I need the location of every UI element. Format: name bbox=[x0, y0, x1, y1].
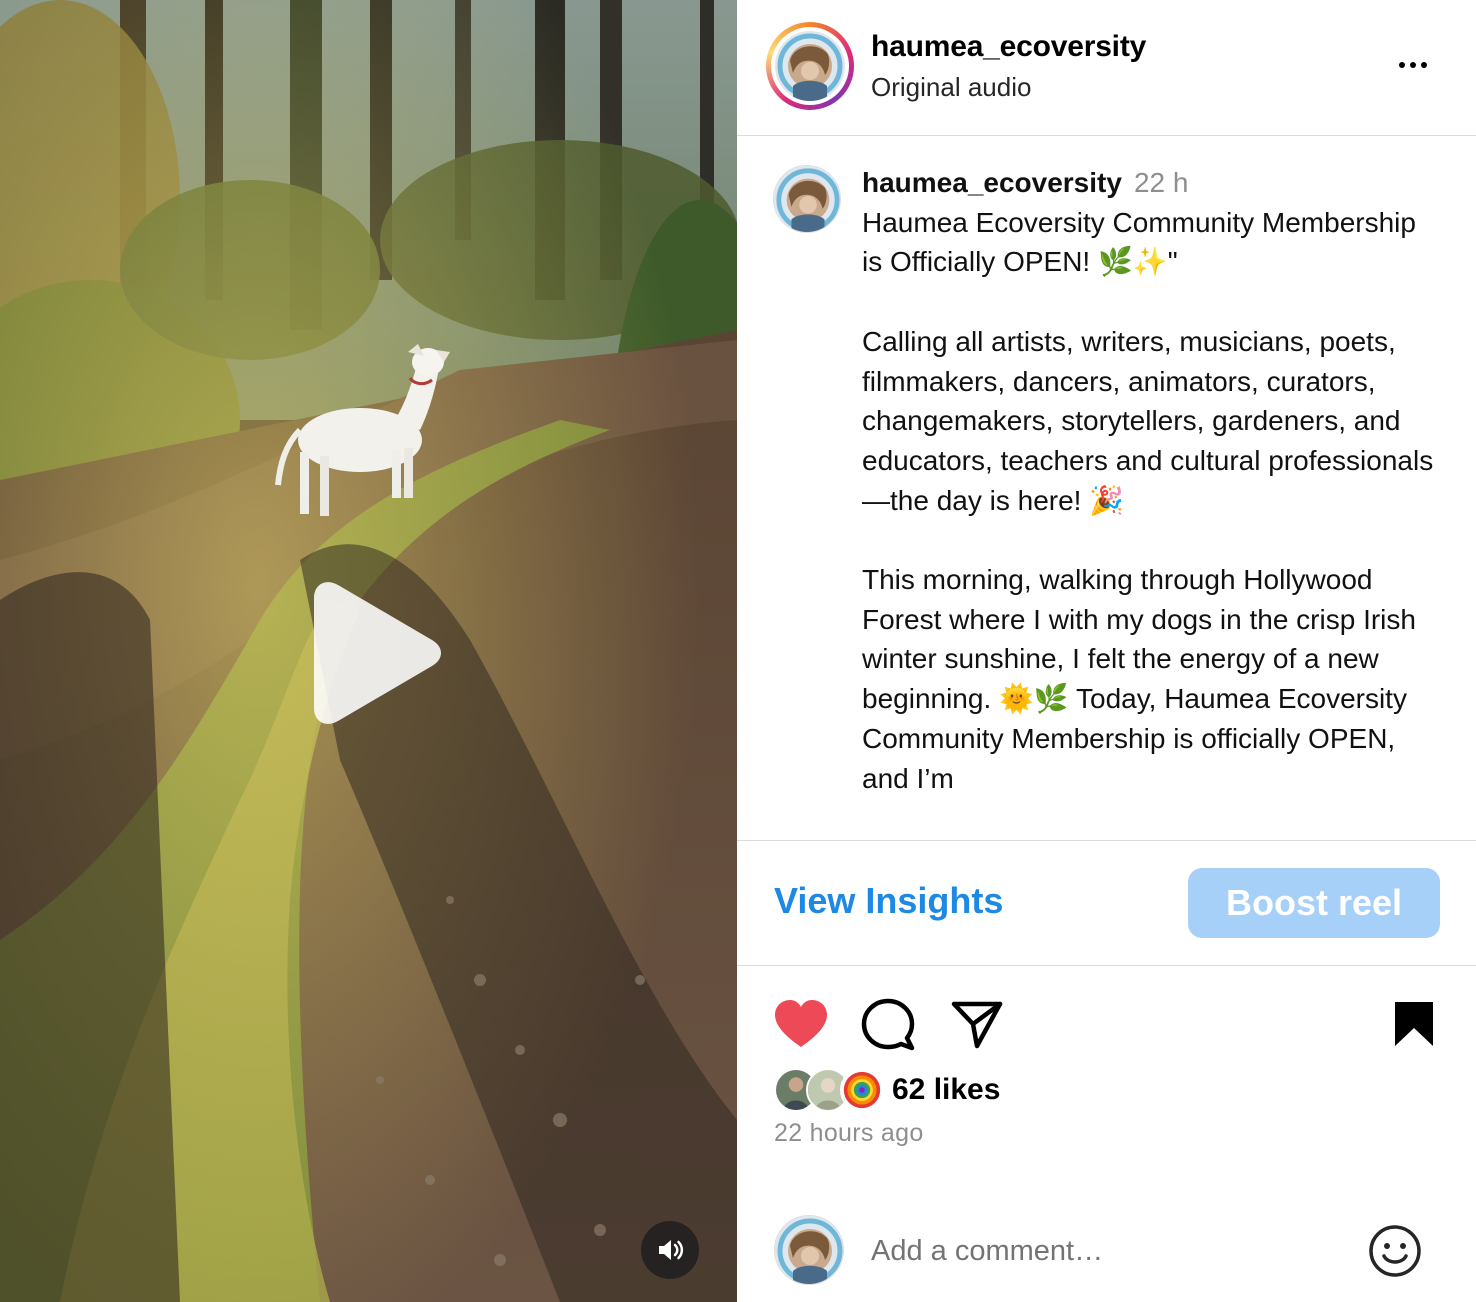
view-insights-link[interactable]: View Insights bbox=[774, 880, 1003, 922]
post-timestamp: 22 hours ago bbox=[774, 1119, 924, 1147]
avatar bbox=[775, 31, 845, 101]
bookmark-icon[interactable] bbox=[1393, 1000, 1435, 1048]
volume-button[interactable] bbox=[641, 1221, 699, 1279]
comment-input[interactable] bbox=[871, 1226, 1331, 1276]
header-username[interactable]: haumea_ecoversity bbox=[871, 30, 1146, 64]
heart-icon[interactable] bbox=[773, 999, 829, 1049]
caption-section: haumea_ecoversity 22 h Haumea Ecoversity … bbox=[737, 137, 1476, 841]
caption-paragraph: Calling all artists, writers, musicians,… bbox=[862, 325, 1441, 516]
avatar bbox=[840, 1068, 884, 1112]
reel-video[interactable] bbox=[0, 0, 737, 1302]
comment-icon[interactable] bbox=[861, 998, 915, 1052]
caption-username[interactable]: haumea_ecoversity bbox=[862, 167, 1122, 198]
more-options-button[interactable] bbox=[1393, 50, 1433, 80]
caption-paragraph: This morning, walking through Hollywood … bbox=[862, 564, 1424, 794]
caption-timestamp: 22 h bbox=[1133, 167, 1189, 198]
caption-text: haumea_ecoversity 22 h Haumea Ecoversity … bbox=[862, 163, 1442, 798]
caption-avatar[interactable] bbox=[773, 165, 841, 233]
boost-reel-button[interactable]: Boost reel bbox=[1188, 868, 1440, 938]
more-icon bbox=[1399, 62, 1405, 68]
share-icon[interactable] bbox=[951, 1000, 1003, 1050]
play-icon[interactable] bbox=[300, 578, 450, 728]
emoji-icon[interactable] bbox=[1368, 1224, 1422, 1278]
audio-link[interactable]: Original audio bbox=[871, 72, 1031, 103]
volume-icon bbox=[659, 1240, 684, 1260]
post-header: haumea_ecoversity Original audio bbox=[737, 0, 1476, 136]
profile-avatar-story-ring[interactable] bbox=[766, 22, 854, 110]
comment-avatar bbox=[774, 1215, 844, 1285]
avatar bbox=[775, 1216, 843, 1284]
caption-paragraph: Haumea Ecoversity Community Membership i… bbox=[862, 206, 1424, 278]
likes-count[interactable]: 62 likes bbox=[892, 1073, 1000, 1107]
avatar bbox=[774, 166, 840, 232]
comment-composer bbox=[737, 1196, 1476, 1302]
post-details-panel: haumea_ecoversity Original audio haumea_… bbox=[737, 0, 1476, 1302]
